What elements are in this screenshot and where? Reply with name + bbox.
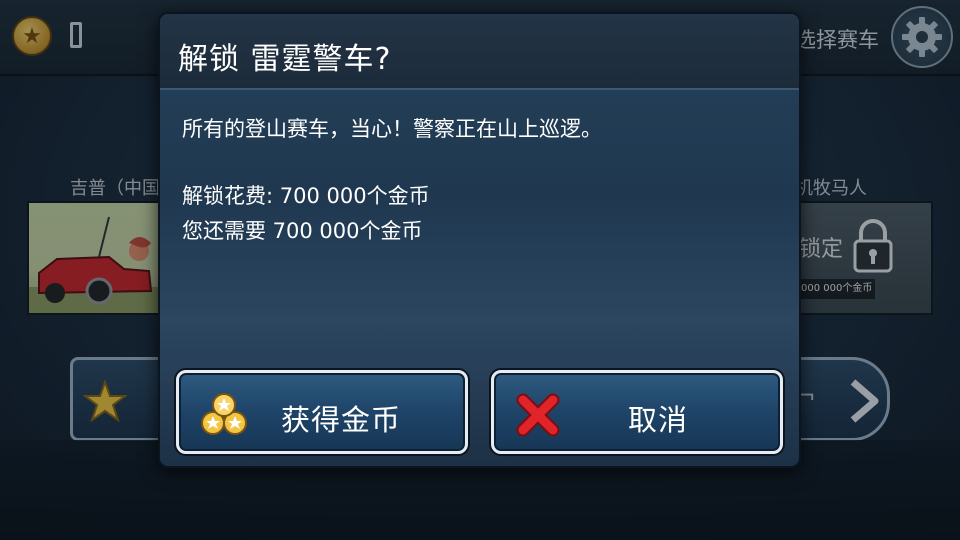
dialog-header: 解锁 雷霆警车? [160,14,799,90]
unlock-cost-text: 解锁花费: 700 000个金币 [182,184,430,208]
cancel-label: 取消 [628,403,689,437]
car-description: 所有的登山赛车，当心！警察正在山上巡逻。 [182,117,602,141]
close-x-icon [516,393,560,437]
still-need-text: 您还需要 700 000个金币 [182,219,423,243]
get-coins-label: 获得金币 [281,403,402,437]
dialog-body: 所有的登山赛车，当心！警察正在山上巡逻。 解锁花费: 700 000个金币 您还… [182,112,602,249]
cancel-button[interactable]: 取消 [491,370,783,454]
dialog-title: 解锁 雷霆警车? [178,42,392,77]
unlock-dialog: 解锁 雷霆警车? 所有的登山赛车，当心！警察正在山上巡逻。 解锁花费: 700 … [158,12,801,468]
coin-stack-icon [201,393,247,435]
get-coins-button[interactable]: 获得金币 [176,370,468,454]
